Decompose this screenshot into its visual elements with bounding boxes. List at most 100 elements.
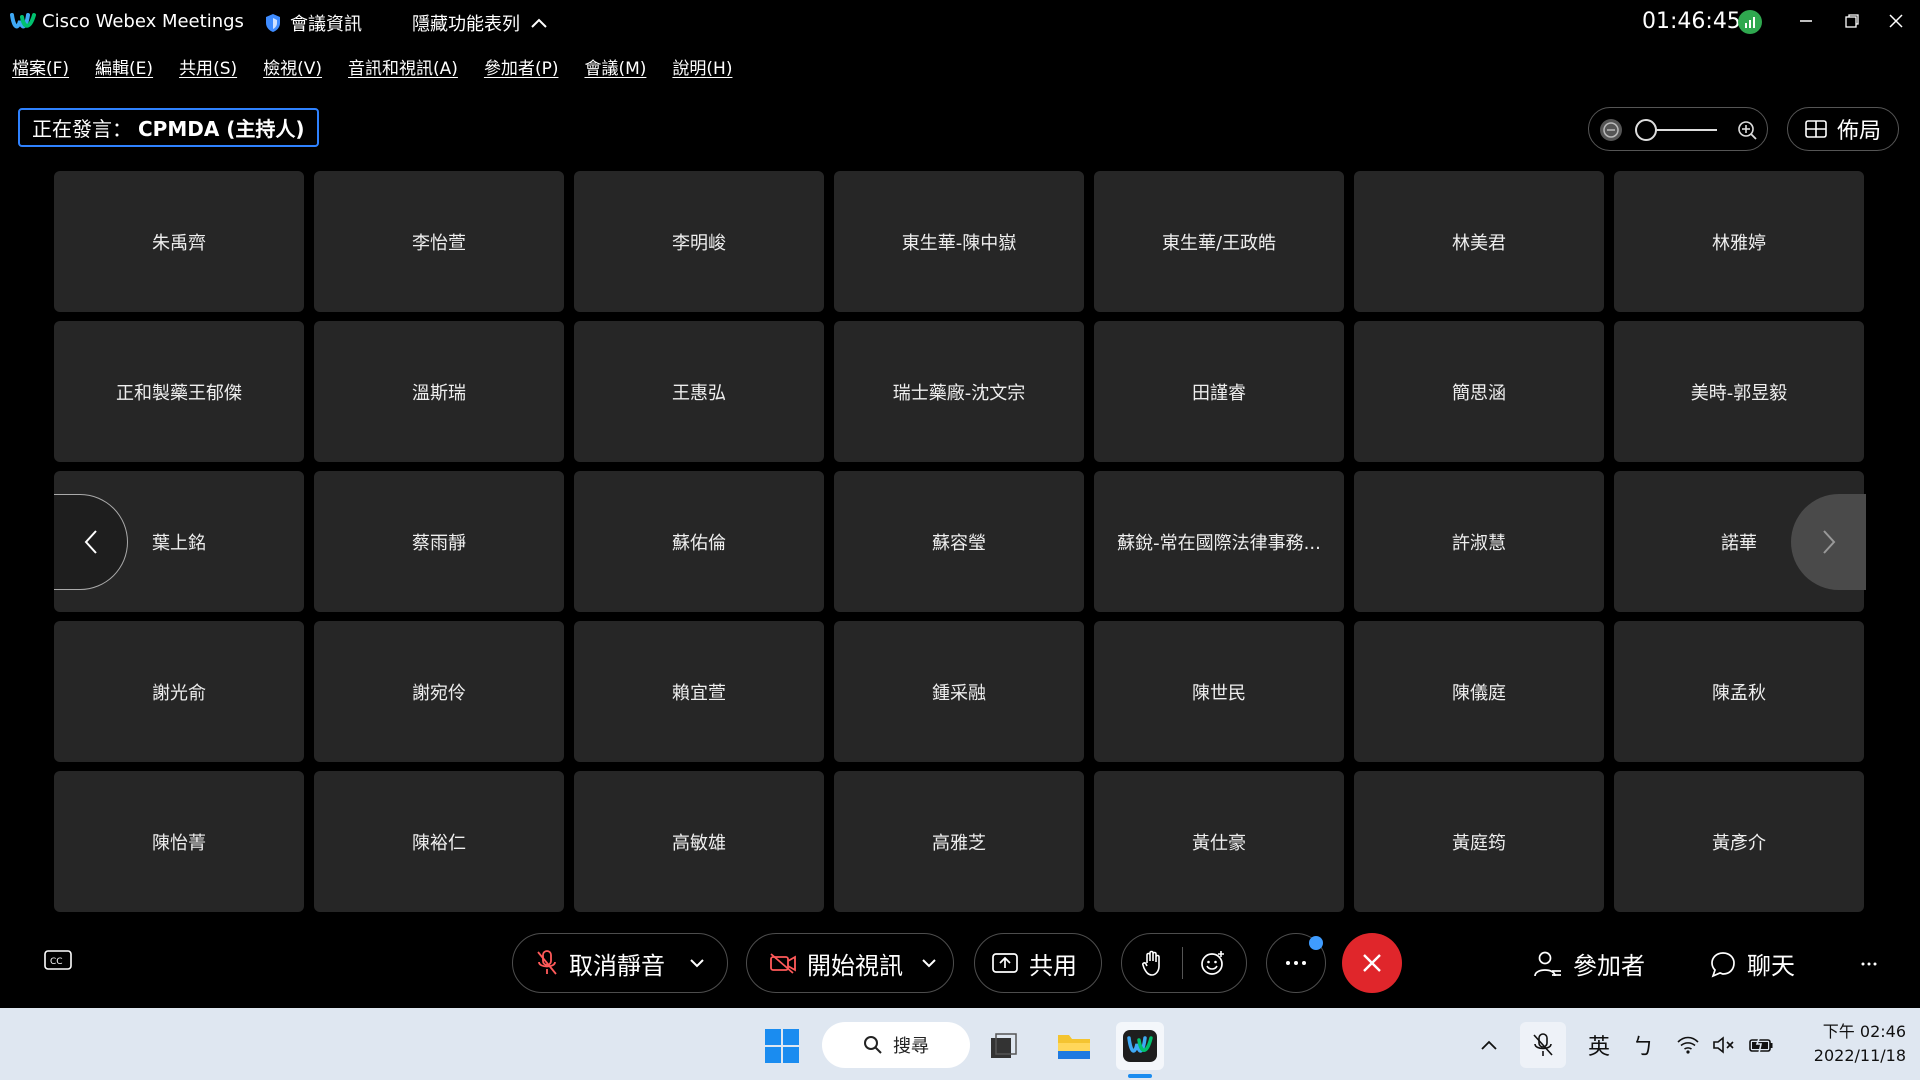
participant-tile[interactable]: 蔡雨靜	[314, 471, 564, 612]
restore-button[interactable]	[1832, 6, 1872, 36]
participant-tile[interactable]: 蘇佑倫	[574, 471, 824, 612]
participant-name: 李怡萱	[412, 232, 466, 254]
menu-help[interactable]: 說明(H)	[672, 54, 732, 79]
participant-tile[interactable]: 蘇銳-常在國際法律事務...	[1094, 471, 1344, 612]
participant-name: 陳怡菁	[152, 832, 206, 854]
raise-hand-icon[interactable]	[1140, 949, 1166, 977]
menu-file[interactable]: 檔案(F)	[12, 54, 69, 79]
closed-captions-button[interactable]: CC	[44, 950, 72, 976]
webex-logo-icon	[10, 13, 36, 29]
participant-tile[interactable]: 許淑慧	[1354, 471, 1604, 612]
panel-more-button[interactable]	[1860, 948, 1878, 973]
menu-share[interactable]: 共用(S)	[179, 54, 237, 79]
menu-meeting[interactable]: 會議(M)	[584, 54, 646, 79]
more-options-button[interactable]	[1266, 933, 1326, 993]
meeting-info-button[interactable]: 會議資訊	[264, 10, 362, 36]
share-button[interactable]: 共用	[974, 933, 1102, 993]
participants-label: 參加者	[1573, 952, 1645, 980]
participant-tile[interactable]: 賴宜萱	[574, 621, 824, 762]
microphone-status-button[interactable]	[1520, 1022, 1566, 1068]
ime-mode-indicator[interactable]: ㄅ	[1632, 1029, 1654, 1061]
participant-tile[interactable]: 蘇容瑩	[834, 471, 1084, 612]
start-video-button[interactable]: 開始視訊	[746, 933, 954, 993]
chevron-down-icon[interactable]	[921, 958, 937, 968]
search-label: 搜尋	[893, 1036, 929, 1057]
participant-tile[interactable]: 李明峻	[574, 171, 824, 312]
participant-tile[interactable]: 東生華-陳中嶽	[834, 171, 1084, 312]
taskbar-search[interactable]: 搜尋	[822, 1022, 970, 1068]
participant-tile[interactable]: 陳裕仁	[314, 771, 564, 912]
zoom-slider-thumb[interactable]	[1635, 119, 1657, 141]
close-window-button[interactable]	[1876, 6, 1916, 36]
chevron-down-icon[interactable]	[689, 958, 705, 968]
unmute-button[interactable]: 取消靜音	[512, 933, 728, 993]
closed-captions-icon: CC	[44, 950, 72, 970]
participant-tile[interactable]: 黃彥介	[1614, 771, 1864, 912]
participant-name: 鍾采融	[932, 682, 986, 704]
participant-tile[interactable]: 林美君	[1354, 171, 1604, 312]
menu-participants[interactable]: 參加者(P)	[484, 54, 559, 79]
participant-tile[interactable]: 溫斯瑞	[314, 321, 564, 462]
zoom-slider-track[interactable]	[1647, 129, 1717, 131]
start-button[interactable]	[758, 1022, 806, 1070]
participant-tile[interactable]: 謝宛伶	[314, 621, 564, 762]
start-video-label: 開始視訊	[807, 951, 903, 980]
participant-tile[interactable]: 高雅芝	[834, 771, 1084, 912]
zoom-out-icon[interactable]	[1599, 118, 1623, 142]
participant-tile[interactable]: 田謹睿	[1094, 321, 1344, 462]
emoji-reaction-icon[interactable]	[1199, 949, 1227, 977]
battery-charging-icon	[1749, 1035, 1773, 1054]
participant-tile[interactable]: 東生華/王政皓	[1094, 171, 1344, 312]
participant-name: 美時-郭昱毅	[1690, 382, 1788, 404]
menu-view[interactable]: 檢視(V)	[263, 54, 322, 79]
restore-icon	[1845, 14, 1859, 28]
network-volume-battery-group[interactable]	[1676, 1035, 1774, 1055]
participant-tile[interactable]: 謝光俞	[54, 621, 304, 762]
chat-bubble-icon	[1711, 951, 1735, 978]
participant-tile[interactable]: 陳世民	[1094, 621, 1344, 762]
layout-button[interactable]: 佈局	[1787, 107, 1899, 151]
zoom-in-icon[interactable]	[1735, 118, 1759, 142]
participant-tile[interactable]: 陳孟秋	[1614, 621, 1864, 762]
participant-tile[interactable]: 林雅婷	[1614, 171, 1864, 312]
chat-panel-button[interactable]: 聊天	[1709, 946, 1795, 981]
file-explorer-button[interactable]	[1050, 1022, 1098, 1070]
active-speaker-name: CPMDA (主持人)	[138, 117, 305, 141]
participant-tile[interactable]: 王惠弘	[574, 321, 824, 462]
participant-tile[interactable]: 鍾采融	[834, 621, 1084, 762]
participant-tile[interactable]: 李怡萱	[314, 171, 564, 312]
task-view-button[interactable]	[980, 1022, 1028, 1070]
taskbar-clock[interactable]: 下午 02:46 2022/11/18	[1806, 1020, 1906, 1068]
participant-tile[interactable]: 陳怡菁	[54, 771, 304, 912]
participant-tile[interactable]: 黃仕豪	[1094, 771, 1344, 912]
close-icon	[1889, 14, 1903, 28]
network-signal-icon[interactable]	[1738, 10, 1762, 34]
folder-icon	[1058, 1035, 1090, 1059]
menu-audio-video[interactable]: 音訊和視訊(A)	[348, 54, 458, 79]
title-bar: Cisco Webex Meetings 會議資訊 隱藏功能表列 01:46:4…	[0, 0, 1920, 44]
ime-language-indicator[interactable]: 英	[1588, 1029, 1610, 1061]
more-dots-icon	[1861, 962, 1877, 966]
participant-tile[interactable]: 朱禹齊	[54, 171, 304, 312]
unmute-label: 取消靜音	[569, 951, 665, 980]
search-icon	[864, 1036, 882, 1054]
participant-name: 黃彥介	[1712, 832, 1766, 854]
participant-tile[interactable]: 美時-郭昱毅	[1614, 321, 1864, 462]
minimize-icon	[1800, 20, 1812, 22]
participant-tile[interactable]: 高敏雄	[574, 771, 824, 912]
participant-tile[interactable]: 瑞士藥廠-沈文宗	[834, 321, 1084, 462]
minimize-button[interactable]	[1786, 6, 1826, 36]
menu-edit[interactable]: 編輯(E)	[95, 54, 153, 79]
participant-tile[interactable]: 簡思涵	[1354, 321, 1604, 462]
leave-meeting-button[interactable]	[1342, 933, 1402, 993]
webex-taskbar-button[interactable]	[1116, 1022, 1164, 1078]
hide-menu-bar-button[interactable]: 隱藏功能表列	[412, 10, 548, 36]
app-title: Cisco Webex Meetings	[42, 11, 244, 32]
participant-tile[interactable]: 黃庭筠	[1354, 771, 1604, 912]
participant-name: 林美君	[1452, 232, 1506, 254]
participants-panel-button[interactable]: 參加者	[1533, 946, 1645, 981]
wifi-icon	[1677, 1036, 1699, 1054]
participant-tile[interactable]: 陳儀庭	[1354, 621, 1604, 762]
participant-tile[interactable]: 正和製藥王郁傑	[54, 321, 304, 462]
chevron-up-icon[interactable]	[1480, 1039, 1498, 1051]
